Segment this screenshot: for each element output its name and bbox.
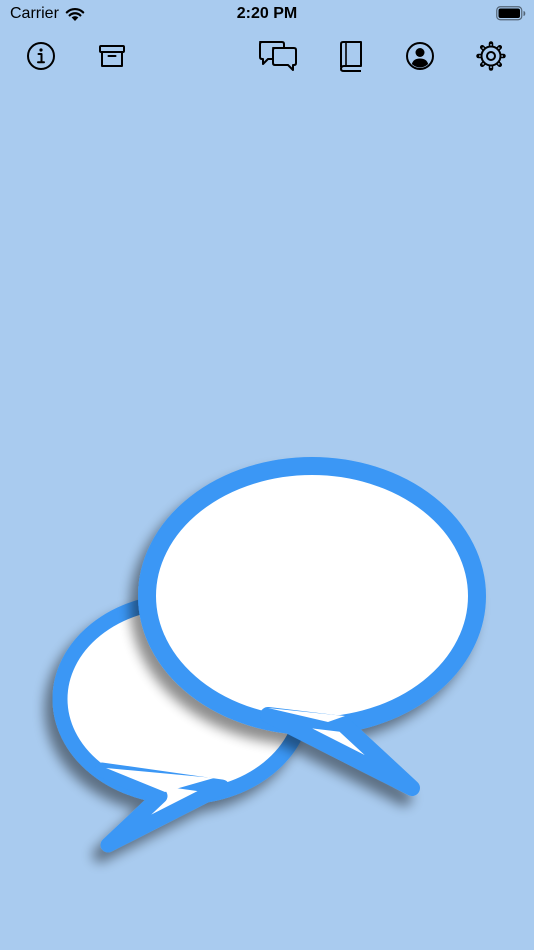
info-button[interactable] (21, 36, 61, 76)
archive-icon (99, 45, 125, 67)
status-time: 2:20 PM (236, 5, 298, 22)
profile-button[interactable] (400, 36, 440, 76)
chat-bubbles-illustration (0, 440, 534, 880)
gear-icon (476, 41, 506, 71)
chat-bubbles-icon (259, 41, 297, 71)
book-icon (340, 41, 362, 72)
info-icon (27, 42, 55, 70)
toolbar (0, 36, 534, 76)
battery-icon (496, 6, 526, 26)
app-screen: Carrier 2:20 PM (0, 0, 534, 950)
person-icon (406, 42, 434, 70)
book-button[interactable] (331, 36, 371, 76)
settings-button[interactable] (471, 36, 511, 76)
status-bar: Carrier 2:20 PM (0, 0, 534, 28)
chats-button[interactable] (256, 36, 300, 76)
archive-button[interactable] (92, 36, 132, 76)
